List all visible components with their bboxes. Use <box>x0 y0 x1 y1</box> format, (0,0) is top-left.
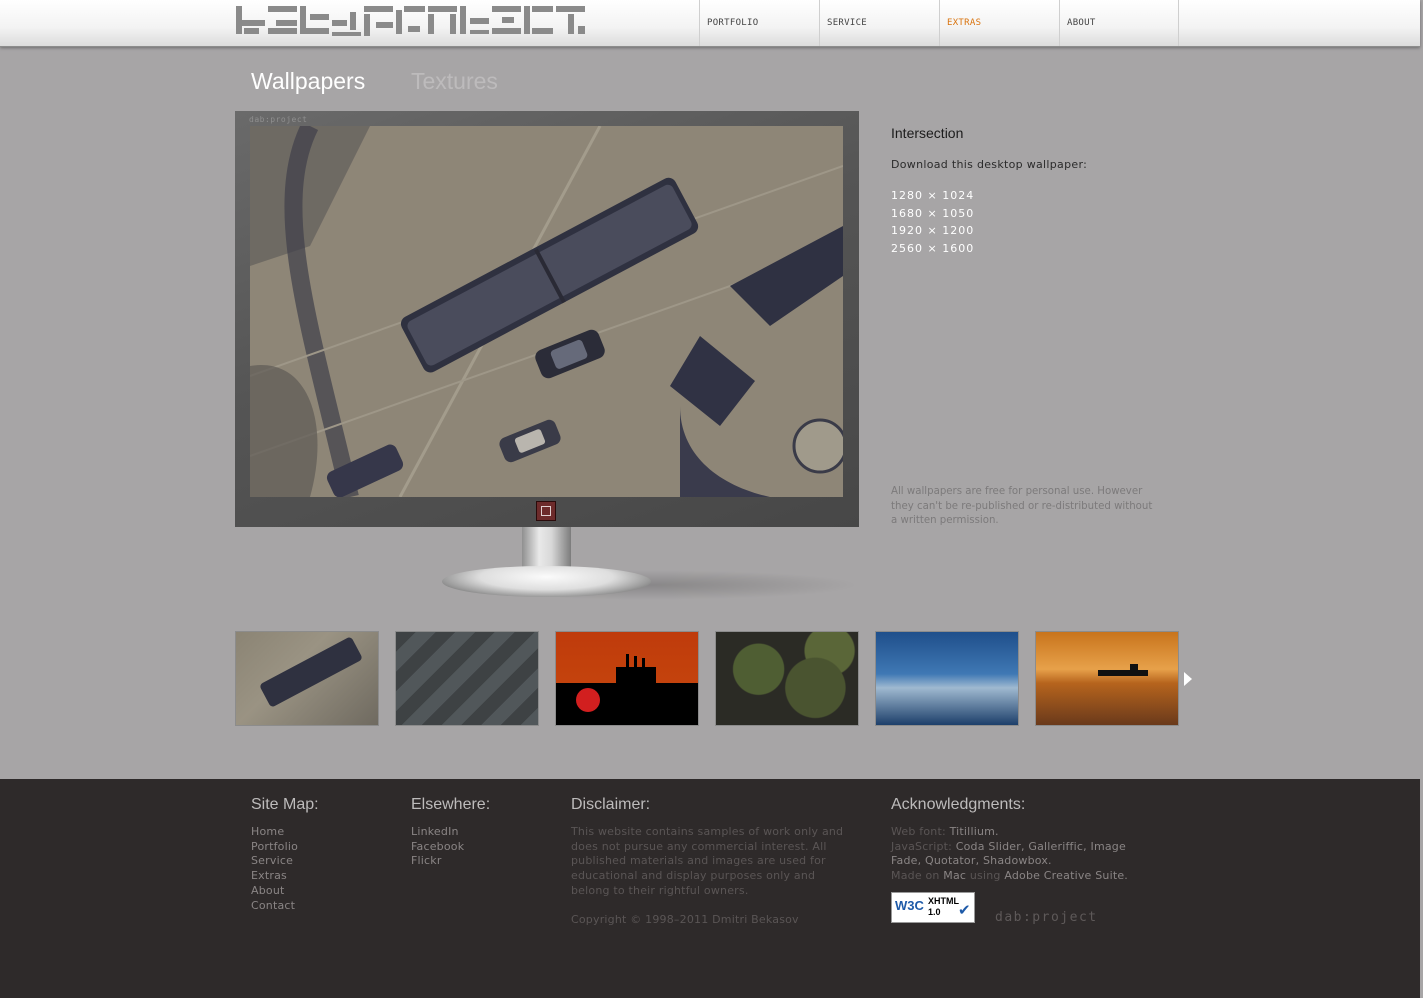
footer-link-home[interactable]: Home <box>251 825 319 840</box>
download-label: Download this desktop wallpaper: <box>891 158 1088 171</box>
thumbnail-texture[interactable] <box>395 631 539 726</box>
wallpaper-preview-image <box>250 126 843 497</box>
footer-link-contact[interactable]: Contact <box>251 899 319 914</box>
resolution-link-1280[interactable]: 1280 × 1024 <box>891 187 974 205</box>
nav-about[interactable]: ABOUT <box>1059 0 1179 46</box>
thumbnail-ship[interactable] <box>1035 631 1179 726</box>
disclaimer-heading: Disclaimer: <box>571 796 651 813</box>
ack-using-label: using <box>969 869 1001 883</box>
xhtml-label: XHTML 1.0 <box>928 896 959 918</box>
nav-extras[interactable]: EXTRAS <box>939 0 1059 46</box>
usage-note: All wallpapers are free for personal use… <box>891 486 1153 526</box>
resolution-link-2560[interactable]: 2560 × 1600 <box>891 240 974 258</box>
ack-webfont-label: Web font: <box>891 825 946 838</box>
footer-link-extras[interactable]: Extras <box>251 869 319 884</box>
ack-suite-link[interactable]: Adobe Creative Suite. <box>1004 869 1128 882</box>
nav-portfolio[interactable]: PORTFOLIO <box>699 0 819 46</box>
sitemap-heading: Site Map: <box>251 796 319 813</box>
thumbnail-image <box>576 654 656 712</box>
w3c-xhtml-badge[interactable]: W3C XHTML 1.0 ✔ <box>891 892 975 923</box>
main-nav: PORTFOLIO SERVICE EXTRAS ABOUT <box>699 0 1179 46</box>
disclaimer-text: This website contains samples of work on… <box>571 825 844 897</box>
acknowledgments-heading: Acknowledgments: <box>891 796 1026 813</box>
footer-link-about[interactable]: About <box>251 884 319 899</box>
footer-link-service[interactable]: Service <box>251 854 319 869</box>
ack-made-label: Made on <box>891 869 940 883</box>
next-arrow-icon[interactable] <box>1184 672 1192 686</box>
header: PORTFOLIO SERVICE EXTRAS ABOUT <box>0 0 1420 47</box>
ack-js-line: JavaScript: Coda Slider, Galleriffic, Im… <box>891 840 1151 869</box>
thumbnail-clouds[interactable] <box>875 631 1019 726</box>
footer-sitemap: Site Map: Home Portfolio Service Extras … <box>251 796 319 913</box>
xhtml-version: 1.0 <box>928 907 941 917</box>
monitor-power-button[interactable] <box>536 501 556 521</box>
thumbnail-image <box>260 637 362 707</box>
footer-link-flickr[interactable]: Flickr <box>411 854 490 869</box>
site-logo[interactable] <box>236 6 620 38</box>
footer-acknowledgments: Acknowledgments: Web font: Titillium. Ja… <box>891 796 1151 884</box>
thumbnail-image <box>1098 664 1148 676</box>
wallpaper-title: Intersection <box>891 125 964 141</box>
ack-made-line: Made on Mac using Adobe Creative Suite. <box>891 869 1151 884</box>
footer-link-facebook[interactable]: Facebook <box>411 840 490 855</box>
w3c-logo: W3C <box>895 898 924 913</box>
copyright-text: Copyright © 1998–2011 Dmitri Bekasov <box>571 912 799 926</box>
monitor-brand: dab:project <box>249 115 308 124</box>
resolution-link-1920[interactable]: 1920 × 1200 <box>891 222 974 240</box>
thumbnail-strip <box>235 631 1179 726</box>
resolution-list: 1280 × 1024 1680 × 1050 1920 × 1200 2560… <box>891 187 974 257</box>
footer-elsewhere: Elsewhere: LinkedIn Facebook Flickr <box>411 796 490 869</box>
wallpaper-preview[interactable] <box>250 126 843 497</box>
ack-js-label: JavaScript: <box>891 839 953 853</box>
elsewhere-heading: Elsewhere: <box>411 796 491 813</box>
thumbnail-rocks[interactable] <box>715 631 859 726</box>
footer-logo: dab:project <box>995 910 1098 925</box>
tab-textures[interactable]: Textures <box>411 68 498 95</box>
nav-service[interactable]: SERVICE <box>819 0 939 46</box>
tab-wallpapers[interactable]: Wallpapers <box>251 68 365 95</box>
checkmark-icon: ✔ <box>958 901 971 919</box>
footer-link-portfolio[interactable]: Portfolio <box>251 840 319 855</box>
ack-webfont-link[interactable]: Titillium. <box>950 825 999 838</box>
footer-link-linkedin[interactable]: LinkedIn <box>411 825 490 840</box>
thumbnail-aircanada[interactable] <box>555 631 699 726</box>
ack-webfont-line: Web font: Titillium. <box>891 825 1151 840</box>
resolution-link-1680[interactable]: 1680 × 1050 <box>891 205 974 223</box>
xhtml-text: XHTML <box>928 896 959 906</box>
ack-mac-link[interactable]: Mac <box>943 869 966 882</box>
footer-disclaimer: Disclaimer: This website contains sample… <box>571 796 846 927</box>
monitor-stand-base <box>442 566 651 597</box>
thumbnail-intersection[interactable] <box>235 631 379 726</box>
